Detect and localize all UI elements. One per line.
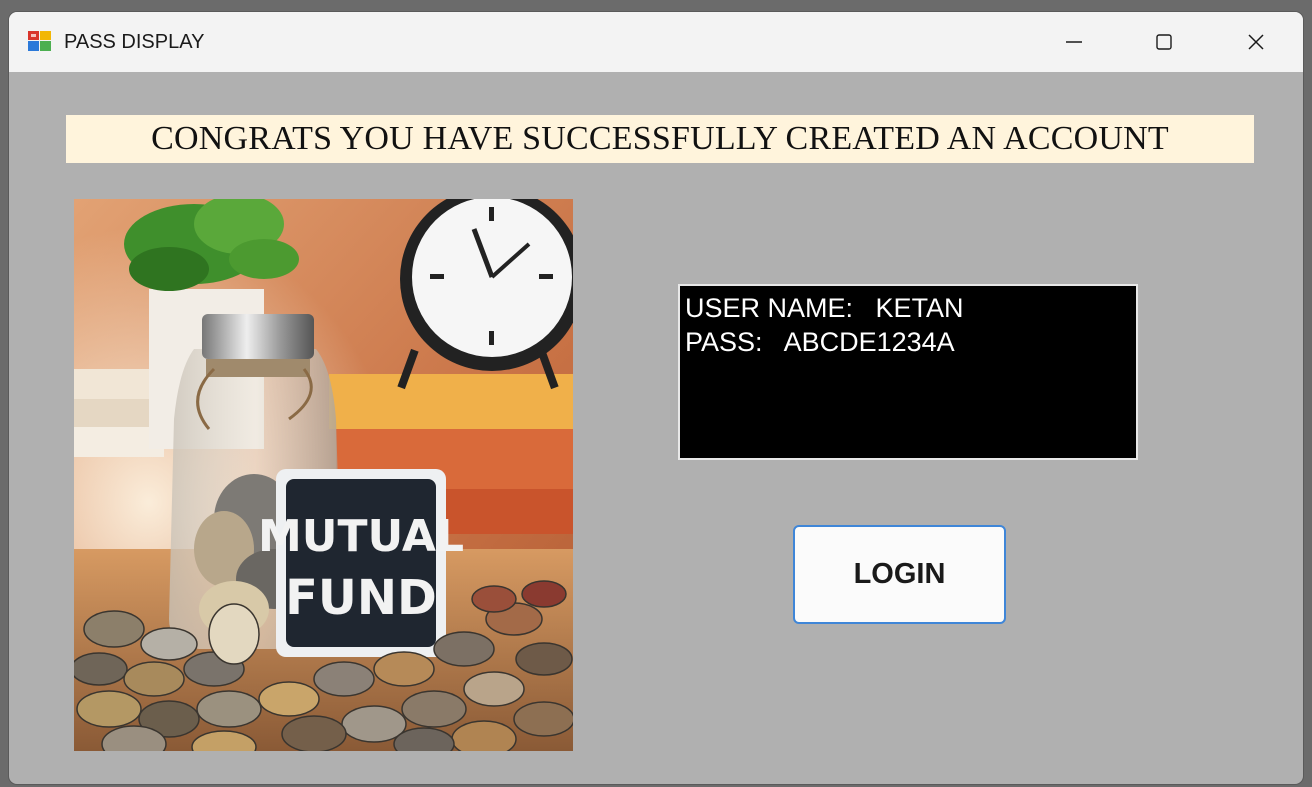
success-banner: CONGRATS YOU HAVE SUCCESSFULLY CREATED A… — [66, 115, 1254, 163]
maximize-button[interactable] — [1119, 12, 1209, 72]
password-value: ABCDE1234A — [783, 327, 955, 357]
sign-text-mutual: MUTUAL — [258, 511, 464, 562]
username-value: KETAN — [875, 293, 964, 323]
password-label: PASS: — [685, 327, 763, 357]
login-button[interactable]: LOGIN — [793, 525, 1006, 624]
close-icon — [1248, 34, 1264, 50]
mutual-fund-image: MUTUAL FUND — [74, 199, 573, 751]
close-button[interactable] — [1211, 12, 1301, 72]
sign-text-fund: FUND — [285, 570, 437, 626]
pass-display-window: PASS DISPLAY CONGRATS YOU HAVE SUCCESSFU… — [9, 12, 1303, 784]
minimize-icon — [1066, 41, 1082, 43]
password-row: PASS: ABCDE1234A — [685, 325, 1136, 359]
title-bar[interactable]: PASS DISPLAY — [9, 12, 1303, 72]
maximize-icon — [1156, 34, 1172, 50]
window-title: PASS DISPLAY — [64, 31, 205, 53]
windows-form-icon — [28, 31, 51, 51]
username-row: USER NAME: KETAN — [685, 291, 1136, 325]
username-label: USER NAME: — [685, 293, 854, 323]
minimize-button[interactable] — [1029, 12, 1119, 72]
credentials-display: USER NAME: KETAN PASS: ABCDE1234A — [678, 284, 1138, 460]
